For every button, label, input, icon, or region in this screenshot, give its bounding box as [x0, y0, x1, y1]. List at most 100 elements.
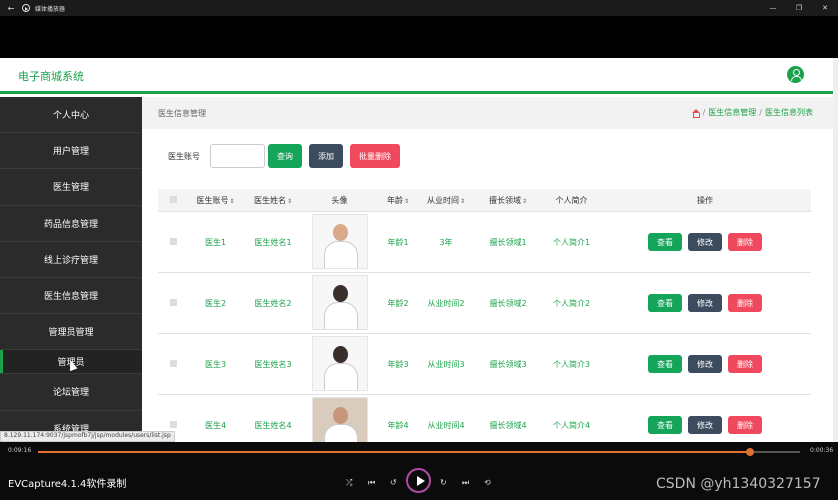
user-avatar-icon[interactable] — [787, 66, 804, 83]
delete-button[interactable]: 删除 — [728, 416, 762, 434]
sidebar-item-label: 线上诊疗管理 — [43, 255, 98, 266]
next-icon[interactable]: ⏭ — [462, 478, 469, 488]
seek-handle[interactable] — [746, 448, 755, 456]
row-checkbox[interactable] — [169, 298, 177, 306]
row-checkbox[interactable] — [169, 237, 177, 245]
photo-body — [323, 362, 358, 390]
edit-button[interactable]: 修改 — [688, 233, 722, 251]
photo-head — [332, 223, 348, 241]
delete-button[interactable]: 删除 — [728, 233, 762, 251]
delete-button[interactable]: 删除 — [728, 294, 762, 312]
query-button[interactable]: 查询 — [268, 144, 302, 168]
window-title: 媒体播放器 — [35, 5, 66, 13]
player-controls: 0:09:16 0:00:36 EVCapture4.1.4软件录制 ⤮ ⏮ ↺… — [0, 442, 838, 500]
cell-name: 医生姓名3 — [254, 359, 292, 369]
forward-icon[interactable]: ↻ — [440, 478, 447, 487]
sidebar-item-admin-management[interactable]: 管理员管理 — [0, 314, 142, 351]
watermark: CSDN @yh1340327157 — [656, 476, 821, 492]
column-header[interactable]: 年龄 — [376, 195, 420, 206]
cell-photo — [303, 213, 376, 271]
restore-icon[interactable]: ❐ — [786, 4, 812, 12]
cell-age: 年龄3 — [387, 359, 409, 369]
view-button[interactable]: 查看 — [648, 416, 682, 434]
sidebar-item-label: 药品信息管理 — [43, 219, 98, 230]
row-select-cell[interactable] — [158, 237, 188, 247]
sidebar-item-online-diagnosis[interactable]: 线上诊疗管理 — [0, 242, 142, 278]
row-select-cell[interactable] — [158, 359, 188, 369]
repeat-icon[interactable]: ⟲ — [484, 478, 491, 487]
column-header: 操作 — [697, 195, 713, 205]
select-all-cell[interactable] — [158, 195, 188, 205]
column-header: 头像 — [331, 195, 348, 205]
cell-intro: 个人简介2 — [552, 298, 591, 308]
breadcrumb-separator: / — [702, 108, 706, 117]
column-header: 个人简介 — [555, 195, 588, 205]
page-scrollbar[interactable] — [833, 58, 838, 442]
shuffle-icon[interactable]: ⤮ — [346, 478, 352, 488]
cell-actions: 查看 修改 删除 — [599, 294, 811, 312]
table-row: 医生3 医生姓名3 年龄3 从业时间3 擅长领域3 个人简介3 查看 修改 删除 — [158, 334, 811, 395]
doctor-account-input[interactable] — [210, 144, 265, 168]
select-all-checkbox[interactable] — [169, 195, 177, 203]
minimize-icon[interactable]: — — [760, 4, 786, 12]
row-select-cell[interactable] — [158, 420, 188, 430]
rewind-icon[interactable]: ↺ — [390, 478, 397, 487]
cell-age: 年龄2 — [387, 298, 409, 308]
status-url: 8.129.11.174:9037/jspmofb7j/jsp/modules/… — [0, 431, 175, 442]
breadcrumb-item[interactable]: 医生信息管理 — [708, 107, 756, 118]
row-checkbox[interactable] — [169, 420, 177, 428]
media-player-icon — [22, 4, 30, 12]
cell-field: 擅长领域3 — [489, 359, 527, 369]
cell-years: 3年 — [439, 237, 453, 247]
cell-age: 年龄4 — [387, 420, 409, 430]
column-header[interactable]: 擅长领域 — [472, 195, 544, 206]
cell-years: 从业时间3 — [427, 359, 465, 369]
recording-caption: EVCapture4.1.4软件录制 — [8, 479, 127, 490]
back-arrow-icon[interactable]: ← — [0, 4, 22, 13]
edit-button[interactable]: 修改 — [688, 416, 722, 434]
seek-bar[interactable] — [38, 448, 800, 456]
sidebar-item-users[interactable]: 用户管理 — [0, 133, 142, 170]
add-button[interactable]: 添加 — [309, 144, 343, 168]
elapsed-time: 0:09:16 — [8, 447, 32, 454]
cell-photo — [303, 274, 376, 332]
delete-button[interactable]: 删除 — [728, 355, 762, 373]
sidebar-item-profile[interactable]: 个人中心 — [0, 97, 142, 134]
cell-account: 医生1 — [204, 237, 227, 247]
sidebar-item-medicine[interactable]: 药品信息管理 — [0, 206, 142, 242]
cell-account: 医生4 — [204, 420, 227, 430]
search-bar: 医生账号 查询 添加 批量删除 — [168, 144, 407, 168]
cell-years: 从业时间4 — [427, 420, 465, 430]
view-button[interactable]: 查看 — [648, 294, 682, 312]
sidebar-item-label: 医生管理 — [52, 183, 89, 194]
previous-icon[interactable]: ⏮ — [368, 478, 375, 488]
cell-name: 医生姓名1 — [254, 237, 292, 247]
breadcrumb-item: 医生信息列表 — [765, 108, 813, 117]
sidebar-item-doctor-info[interactable]: 医生信息管理 — [0, 278, 142, 315]
cell-actions: 查看 修改 删除 — [599, 416, 811, 434]
column-header[interactable]: 医生账号 — [188, 195, 243, 206]
view-button[interactable]: 查看 — [648, 233, 682, 251]
column-header[interactable]: 从业时间 — [420, 195, 472, 206]
play-button[interactable] — [406, 468, 431, 493]
edit-button[interactable]: 修改 — [688, 355, 722, 373]
column-header[interactable]: 医生姓名 — [243, 195, 303, 206]
sidebar-item-forum[interactable]: 论坛管理 — [0, 374, 142, 411]
row-checkbox[interactable] — [169, 359, 177, 367]
close-icon[interactable]: ✕ — [812, 4, 838, 12]
view-button[interactable]: 查看 — [648, 355, 682, 373]
edit-button[interactable]: 修改 — [688, 294, 722, 312]
brand-title: 电子商城系统 — [18, 70, 84, 83]
sidebar-item-label: 个人中心 — [52, 111, 89, 122]
row-select-cell[interactable] — [158, 298, 188, 308]
cell-intro: 个人简介1 — [552, 237, 591, 247]
photo-head — [332, 406, 348, 424]
seek-bar-fill — [38, 451, 751, 453]
home-icon[interactable] — [691, 108, 701, 118]
photo-body — [323, 240, 358, 268]
doctor-photo — [311, 335, 368, 391]
photo-head — [332, 284, 348, 302]
app-header: 电子商城系统 — [0, 58, 838, 94]
sidebar-item-doctors[interactable]: 医生管理 — [0, 169, 142, 206]
batch-delete-button[interactable]: 批量删除 — [350, 144, 400, 168]
